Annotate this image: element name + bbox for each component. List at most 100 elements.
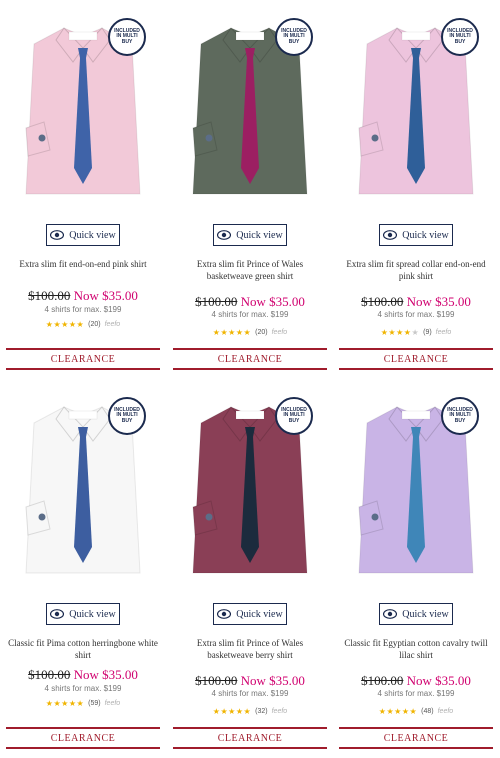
sale-price: Now $35.00 [406,294,471,309]
feefo-logo: feefo [104,700,121,707]
rating[interactable]: ★★★★★ (59) feefo [0,699,166,708]
review-count: (9) [423,329,432,336]
product-image[interactable]: INCLUDED IN MULTI BUY [353,18,479,208]
original-price: $100.00 [361,294,404,309]
eye-icon [50,230,65,240]
quick-view-button[interactable]: Quick view [379,603,453,625]
product-name[interactable]: Extra slim fit Prince of Wales basketwea… [175,258,325,284]
review-count: (20) [88,321,101,328]
rating[interactable]: ★★★★★ (20) feefo [0,320,166,329]
multi-buy-text: 4 shirts for max. $199 [44,305,122,314]
price: $100.00 Now $35.00 [167,294,333,310]
product-name[interactable]: Classic fit Egyptian cotton cavalry twil… [341,637,491,663]
clearance-banner: CLEARANCE [173,348,327,370]
multi-buy-badge: INCLUDED IN MULTI BUY [275,397,313,435]
clearance-banner: CLEARANCE [339,727,493,749]
price: $100.00 Now $35.00 [167,673,333,689]
product-image[interactable]: INCLUDED IN MULTI BUY [20,18,146,208]
product-image[interactable]: INCLUDED IN MULTI BUY [187,18,313,208]
multi-buy-badge: INCLUDED IN MULTI BUY [441,397,479,435]
quick-view-label: Quick view [69,608,116,620]
quick-view-button[interactable]: Quick view [213,603,287,625]
product-name[interactable]: Classic fit Pima cotton herringbone whit… [8,637,158,663]
quick-view-label: Quick view [402,229,449,241]
eye-icon [50,609,65,619]
original-price: $100.00 [28,288,71,303]
star-rating-icon: ★★★★★ [46,699,84,708]
sale-price: Now $35.00 [73,288,138,303]
sale-price: Now $35.00 [240,673,305,688]
rating[interactable]: ★★★★★ (9) feefo [333,328,499,337]
star-icon: ★ [243,328,252,337]
star-rating-icon: ★★★★★ [46,320,84,329]
review-count: (59) [88,700,101,707]
eye-icon [217,230,232,240]
review-count: (48) [421,708,434,715]
rating[interactable]: ★★★★★ (48) feefo [333,707,499,716]
price: $100.00 Now $35.00 [0,288,166,304]
eye-icon [217,609,232,619]
eye-icon [383,230,398,240]
price: $100.00 Now $35.00 [333,294,499,310]
multi-buy-text: 4 shirts for max. $199 [211,310,289,319]
product-name[interactable]: Extra slim fit end-on-end pink shirt [8,258,158,284]
original-price: $100.00 [361,673,404,688]
star-icon: ★ [396,328,404,337]
eye-icon [383,609,398,619]
multi-buy-text: 4 shirts for max. $199 [377,310,455,319]
quick-view-button[interactable]: Quick view [46,224,120,246]
product-name[interactable]: Extra slim fit spread collar end-on-end … [341,258,491,284]
product-grid: INCLUDED IN MULTI BUY Quick view Extra s… [0,0,500,758]
product-image[interactable]: INCLUDED IN MULTI BUY [353,397,479,587]
star-icon: ★ [220,707,229,716]
product-image[interactable]: INCLUDED IN MULTI BUY [20,397,146,587]
multi-buy-badge: INCLUDED IN MULTI BUY [441,18,479,56]
multi-buy-text: 4 shirts for max. $199 [211,689,289,698]
feefo-logo: feefo [435,329,452,336]
clearance-banner: CLEARANCE [6,348,160,370]
product-image[interactable]: INCLUDED IN MULTI BUY [187,397,313,587]
star-icon: ★ [388,328,397,337]
multi-buy-text: 4 shirts for max. $199 [377,689,455,698]
star-icon: ★ [411,328,420,337]
quick-view-label: Quick view [236,229,283,241]
product-card[interactable]: INCLUDED IN MULTI BUY Quick view Extra s… [167,379,333,758]
clearance-banner: CLEARANCE [339,348,493,370]
star-icon: ★ [220,328,229,337]
quick-view-label: Quick view [402,608,449,620]
star-rating-icon: ★★★★★ [381,328,419,337]
multi-buy-text: 4 shirts for max. $199 [44,684,122,693]
star-rating-icon: ★★★★★ [379,707,417,716]
quick-view-label: Quick view [69,229,116,241]
rating[interactable]: ★★★★★ (32) feefo [167,707,333,716]
star-rating-icon: ★★★★★ [213,707,251,716]
product-card[interactable]: INCLUDED IN MULTI BUY Quick view Extra s… [333,0,499,379]
rating[interactable]: ★★★★★ (20) feefo [167,328,333,337]
review-count: (20) [255,329,268,336]
multi-buy-badge: INCLUDED IN MULTI BUY [108,397,146,435]
quick-view-button[interactable]: Quick view [46,603,120,625]
feefo-logo: feefo [104,321,121,328]
review-count: (32) [255,708,268,715]
price: $100.00 Now $35.00 [0,667,166,683]
product-card[interactable]: INCLUDED IN MULTI BUY Quick view Classic… [333,379,499,758]
sale-price: Now $35.00 [406,673,471,688]
product-card[interactable]: INCLUDED IN MULTI BUY Quick view Extra s… [0,0,166,379]
quick-view-button[interactable]: Quick view [213,224,287,246]
star-icon: ★ [394,707,402,716]
sale-price: Now $35.00 [73,667,138,682]
price: $100.00 Now $35.00 [333,673,499,689]
clearance-banner: CLEARANCE [173,727,327,749]
quick-view-button[interactable]: Quick view [379,224,453,246]
star-icon: ★ [61,320,69,329]
star-icon: ★ [243,707,252,716]
sale-price: Now $35.00 [240,294,305,309]
original-price: $100.00 [195,294,238,309]
product-card[interactable]: INCLUDED IN MULTI BUY Quick view Classic… [0,379,166,758]
original-price: $100.00 [28,667,71,682]
multi-buy-badge: INCLUDED IN MULTI BUY [108,18,146,56]
product-name[interactable]: Extra slim fit Prince of Wales basketwea… [175,637,325,663]
star-icon: ★ [53,320,62,329]
product-card[interactable]: INCLUDED IN MULTI BUY Quick view Extra s… [167,0,333,379]
feefo-logo: feefo [437,708,454,715]
